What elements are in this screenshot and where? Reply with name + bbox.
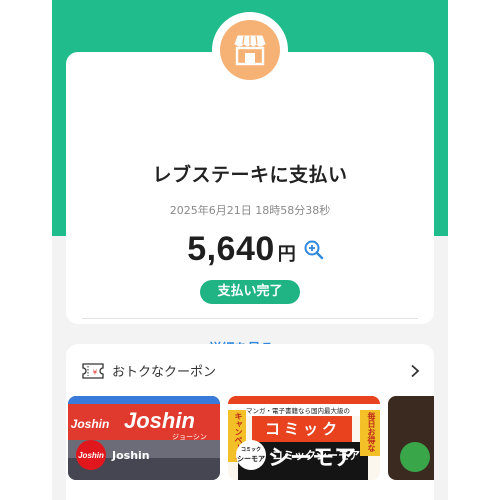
store-avatar [220,20,280,80]
joshin-small-sign: Joshin [70,412,110,436]
zoom-in-icon[interactable] [303,239,325,261]
coupon-panel: ¥ おトクなクーポン Joshin ジョーシン Joshin Joshin Jo… [66,344,434,500]
cmoa-banner-top: マンガ・電子書籍なら国内最大級の [246,407,350,415]
amount-row: 5,640 円 [52,230,448,269]
app-screen: レブステーキに支払い 2025年6月21日 18時58分38秒 5,640 円 … [52,0,448,500]
coupon-card-joshin[interactable]: Joshin ジョーシン Joshin Joshin Joshin [68,396,220,480]
divider [82,318,418,319]
status-badge: 支払い完了 [200,280,300,304]
payment-amount: 5,640 [187,230,275,268]
coupon-card-store-name: Joshin [112,448,150,462]
coupon-header-label: おトクなクーポン [112,365,217,380]
joshin-sign-text: Joshin [124,408,195,433]
coupon-card-partial[interactable] [388,396,434,480]
cmoa-side-tag-right: 毎日お得な [367,412,376,452]
coupon-card-store-name: コミックシーモア [272,449,360,462]
currency-label: 円 [277,244,296,265]
cmoa-banner-main: コミック [264,420,341,438]
cmoa-logo-small: コミック [240,447,261,453]
coupon-card-label: コミック シーモア コミックシーモア [236,440,360,470]
coupon-header[interactable]: ¥ おトクなクーポン [82,361,216,380]
coupon-card-label: Joshin Joshin [76,440,150,470]
joshin-logo-text: Joshin [78,450,104,460]
store-icon [234,35,266,66]
svg-text:¥: ¥ [93,368,98,376]
coupon-card-cmoa[interactable]: マンガ・電子書籍なら国内最大級の コミック シーモア キャンペーン 毎日お得な … [228,396,380,480]
ticket-icon: ¥ [82,362,104,379]
cmoa-logo-text: シーモア [237,455,265,463]
payment-title: レブステーキに支払い [152,164,348,186]
payment-receipt-card: レブステーキに支払い 2025年6月21日 18時58分38秒 5,640 円 … [66,52,434,357]
chevron-right-icon[interactable] [410,364,420,378]
partial-card-logo [400,442,430,472]
cmoa-logo: コミック シーモア [236,440,266,470]
joshin-sign-subtext: ジョーシン [172,433,207,441]
payment-timestamp: 2025年6月21日 18時58分38秒 [169,204,331,217]
joshin-logo: Joshin [76,440,106,470]
